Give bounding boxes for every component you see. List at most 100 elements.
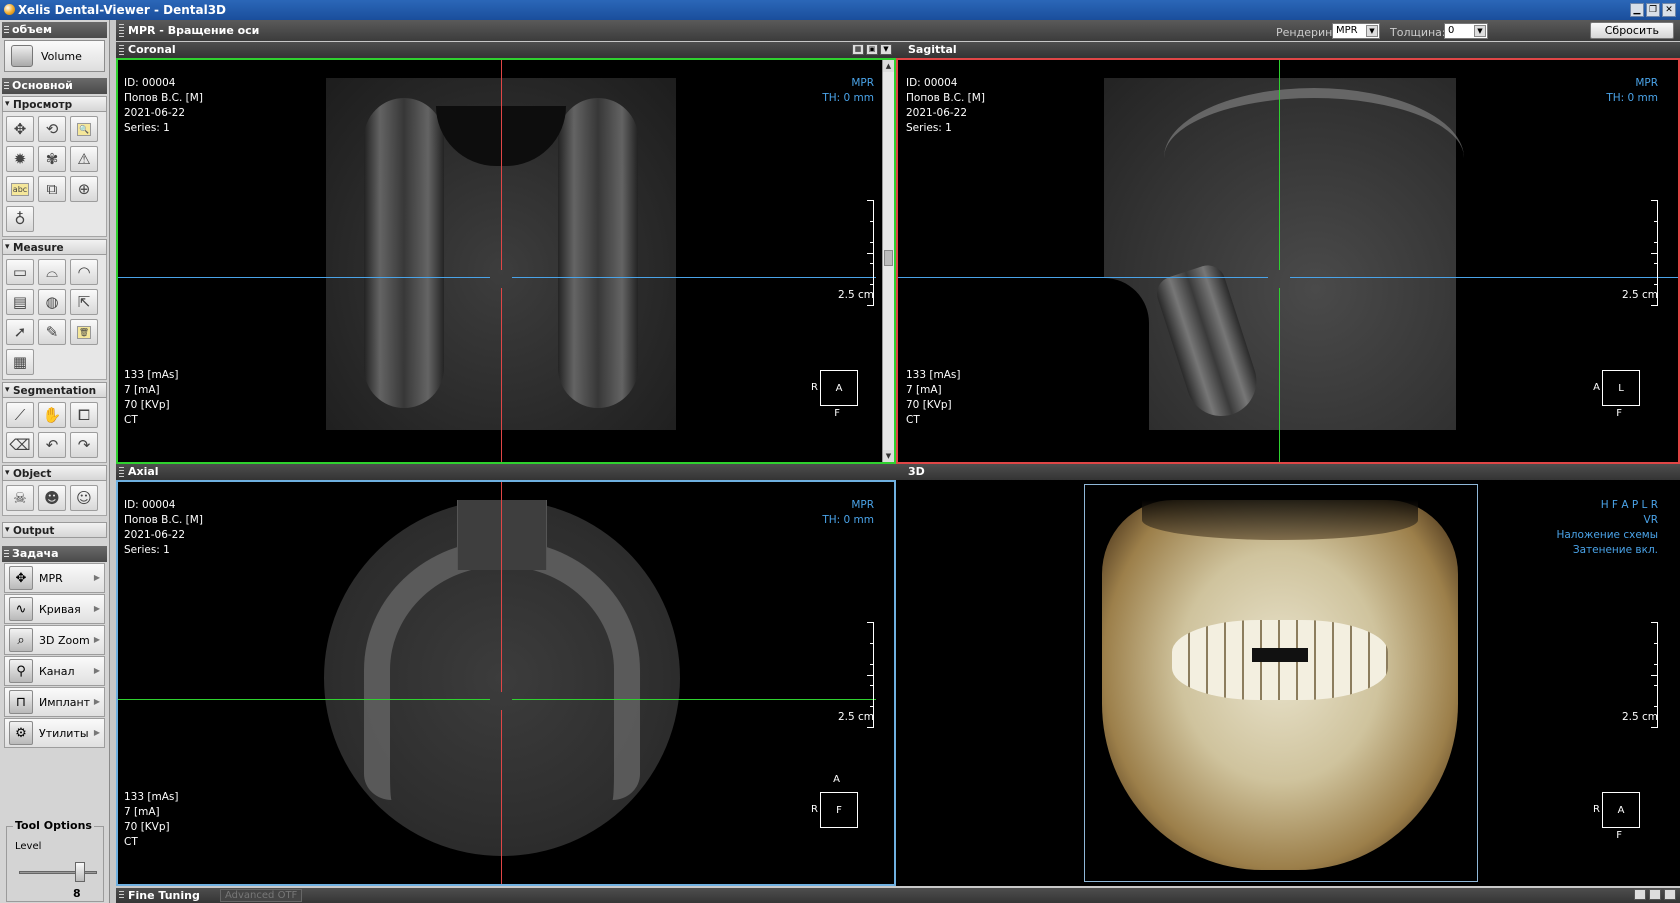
task-icon: ⊓ [9,690,33,714]
3d-viewport[interactable]: 3D H F A P L R VR Наложение схемы Затенение… [896,464,1680,886]
crosshair-horizontal[interactable] [116,699,490,700]
sphere-tool-button[interactable]: ◍ [38,289,66,315]
edit-pencil-tool-button[interactable]: ✎ [38,319,66,345]
head-side-tool-button[interactable]: ☻ [38,485,66,511]
head-face-tool-button[interactable]: ☺ [70,485,98,511]
object-group-header[interactable]: Object [2,465,107,481]
brightness-tool-button[interactable]: ✹ [6,146,34,172]
profile-tool-button[interactable]: ▤ [6,289,34,315]
scroll-thumb[interactable] [884,250,893,266]
segmentation-group-header[interactable]: Segmentation [2,382,107,398]
crosshair-vertical[interactable] [501,480,502,692]
crosshair-vertical[interactable] [501,288,502,464]
crosshair-vertical[interactable] [1279,288,1280,464]
volume-section-header[interactable]: объем [2,22,107,38]
delete-trash-tool-button[interactable]: 🗑 [70,319,98,345]
crosshair-horizontal[interactable] [1290,277,1680,278]
ruler-tool-button[interactable]: ▭ [6,259,34,285]
scale-label: 2.5 cm [837,289,874,301]
coronal-scrollbar[interactable]: ▲ ▼ [882,60,894,462]
chevron-down-icon[interactable]: ▼ [880,44,892,55]
crosshair-horizontal[interactable] [116,277,490,278]
settings-icon[interactable] [1664,889,1676,900]
task-button[interactable]: ⚙ Утилиты ▶ [4,718,105,748]
task-button[interactable]: ⌕ 3D Zoom ▶ [4,625,105,655]
view-group-header[interactable]: Просмотр [2,96,107,112]
close-button[interactable]: ✕ [1662,3,1676,17]
rotate-tool-button[interactable]: ⟲ [38,116,66,142]
cut-knife-tool-button[interactable]: ⟋ [6,402,34,428]
delete-trash-icon: 🗑 [76,325,92,339]
render-select-value: MPR [1336,25,1358,36]
redo-tool-button[interactable]: ↷ [70,432,98,458]
crosshair-horizontal[interactable] [512,277,876,278]
tooth-tool-button[interactable]: ♁ [6,206,34,232]
delete-all-tool-button[interactable]: ▦ [6,349,34,375]
task-button[interactable]: ∿ Кривая ▶ [4,594,105,624]
layout-icon[interactable] [1634,889,1646,900]
redo-icon: ↷ [77,436,91,454]
angle-tool-button[interactable]: ◠ [70,259,98,285]
main-section-header[interactable]: Основной [2,78,107,94]
crosshair-vertical[interactable] [501,58,502,270]
crosshair-horizontal[interactable] [896,277,1268,278]
pan-tool-button[interactable]: ✥ [6,116,34,142]
render-select[interactable]: MPR ▼ [1332,23,1380,39]
crosshair-vertical[interactable] [501,710,502,886]
skull-tool-button[interactable]: ☠ [6,485,34,511]
orientation-cube[interactable]: L [1602,370,1640,406]
volume-button[interactable]: Volume [4,40,105,72]
sculpt-hand-tool-button[interactable]: ✋ [38,402,66,428]
label-arrow-tool-button[interactable]: ⇱ [70,289,98,315]
crosshair-tool-button[interactable]: ⊕ [70,176,98,202]
select-pointer-tool-button[interactable]: ➚ [6,319,34,345]
acquisition-info: 133 [mAs] 7 [mA] 70 [KVp] CT [124,791,179,848]
patient-info: ID: 00004 Попов В.С. [M] 2021-06-22 Series:… [906,77,985,134]
measure-group-header[interactable]: Measure [2,239,107,255]
expand-icon[interactable] [1649,889,1661,900]
task-button[interactable]: ✥ MPR ▶ [4,563,105,593]
eraser-tool-button[interactable]: ⌫ [6,432,34,458]
advanced-otf-tab[interactable]: Advanced OTF [220,889,303,902]
minimize-button[interactable]: ▁ [1630,3,1644,17]
sagittal-image-area[interactable]: ID: 00004 Попов В.С. [M] 2021-06-22 Series:… [896,58,1680,464]
reset-button[interactable]: Сбросить [1589,22,1674,39]
orientation-cube[interactable]: A [820,370,858,406]
coronal-image-area[interactable]: ID: 00004 Попов В.С. [M] 2021-06-22 Series:… [116,58,896,464]
sagittal-viewport[interactable]: Sagittal ID: 00004 Попов В.С. [M] 2021-06-… [896,42,1680,464]
fine-tuning-bar: Fine Tuning Advanced OTF [116,888,1680,903]
crosshair-vertical[interactable] [1279,58,1280,270]
level-slider-thumb[interactable] [75,862,85,882]
undo-tool-button[interactable]: ↶ [38,432,66,458]
scroll-up-icon[interactable]: ▲ [883,60,894,72]
orientation-cube[interactable]: A [1602,792,1640,828]
fan-tool-button[interactable]: ✾ [38,146,66,172]
task-section-header[interactable]: Задача [2,546,107,562]
fine-tuning-title[interactable]: Fine Tuning [128,889,200,902]
layout-grid-icon[interactable]: ▦ [852,44,864,55]
scroll-down-icon[interactable]: ▼ [883,450,894,462]
axial-viewport[interactable]: Axial ID: 00004 Попов В.С. [M] 2021-06-22 S… [116,464,896,886]
restore-button[interactable]: ❐ [1646,3,1660,17]
warning-tool-button[interactable]: ⚠ [70,146,98,172]
crosshair-horizontal[interactable] [512,699,876,700]
output-group-header[interactable]: Output [2,522,107,538]
level-slider-track[interactable] [19,871,97,874]
toolbar-title: MPR - Вращение оси [128,24,260,37]
left-tool-panel: объем Volume Основной Просмотр ✥ ⟲ 🔍 ✹ ✾ ⚠ abc… [0,20,110,903]
axial-image-area[interactable]: ID: 00004 Попов В.С. [M] 2021-06-22 Series:… [116,480,896,886]
thickness-select[interactable]: 0 ▼ [1444,23,1488,39]
task-button[interactable]: ⚲ Канал ▶ [4,656,105,686]
annotation-text-tool-button[interactable]: abc [6,176,34,202]
scale-label: 2.5 cm [837,711,874,723]
window-icon[interactable]: ▣ [866,44,878,55]
coronal-header: Coronal ▦ ▣ ▼ [116,42,896,58]
orientation-cube[interactable]: F [820,792,858,828]
area-tool-button[interactable]: ⌓ [38,259,66,285]
copy-tool-button[interactable]: ⧉ [38,176,66,202]
region-tool-button[interactable]: ⧠ [70,402,98,428]
3d-render-area[interactable]: H F A P L R VR Наложение схемы Затенение вк… [896,480,1680,886]
zoom-tool-button[interactable]: 🔍 [70,116,98,142]
task-button[interactable]: ⊓ Имплант ▶ [4,687,105,717]
coronal-viewport[interactable]: Coronal ▦ ▣ ▼ ID: 00004 Попов В.С. [M] 202… [116,42,896,464]
